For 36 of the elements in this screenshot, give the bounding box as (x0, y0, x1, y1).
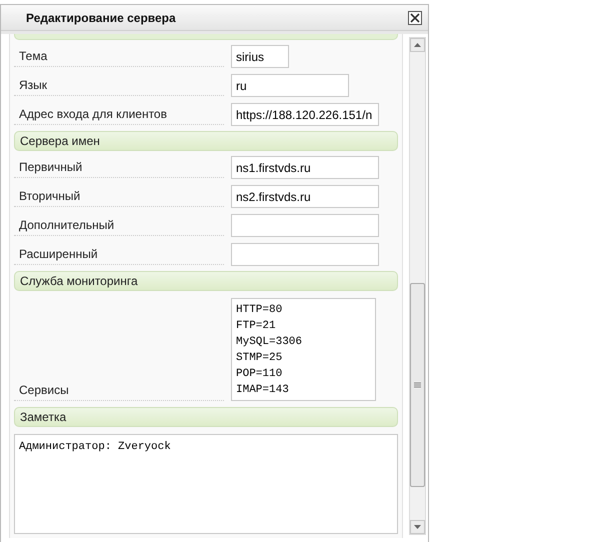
field-label: Тема (18, 48, 48, 65)
section-header: Сервера имен (14, 131, 398, 151)
scrollbar[interactable] (409, 37, 426, 535)
section-header: Заметка (14, 407, 398, 427)
field-label: Вторичный (18, 188, 80, 205)
service-line: IMAP=143 (236, 383, 289, 398)
service-line: FTP=21 (236, 319, 276, 334)
section-header: Служба мониторинга (14, 271, 398, 291)
text-field[interactable]: ns2.firstvds.ru (231, 185, 379, 208)
text-field[interactable] (231, 214, 379, 237)
close-icon (410, 12, 420, 22)
field-label: Дополнительный (18, 217, 114, 234)
text-field[interactable] (231, 243, 379, 266)
field-label: Расширенный (18, 246, 98, 263)
service-line: HTTP=80 (236, 303, 282, 318)
service-line: MySQL=3306 (236, 335, 302, 350)
scroll-down-button[interactable] (410, 520, 425, 534)
services-textarea[interactable]: HTTP=80 FTP=21 MySQL=3306 STMP=25 POP=110 IMAP=143 (231, 298, 376, 401)
close-button[interactable] (408, 10, 422, 24)
down-arrow-icon (414, 525, 421, 529)
service-line: STMP=25 (236, 351, 282, 366)
field-label: Адрес входа для клиентов (18, 106, 167, 123)
field-label: Сервисы (18, 382, 69, 399)
dialog-title: Редактирование сервера (26, 10, 176, 26)
scroll-thumb[interactable] (410, 283, 425, 487)
scroll-up-button[interactable] (410, 38, 425, 52)
note-textarea[interactable]: Администратор: Zveryock (14, 434, 398, 534)
field-label: Язык (18, 77, 48, 94)
text-field[interactable]: ns1.firstvds.ru (231, 156, 379, 179)
up-arrow-icon (414, 43, 421, 47)
field-label: Первичный (18, 159, 82, 176)
text-field[interactable]: ru (231, 74, 349, 97)
text-field[interactable]: sirius (231, 45, 289, 68)
text-field[interactable]: https://188.120.226.151/n (231, 103, 379, 126)
grip-icon (414, 382, 421, 388)
service-line: POP=110 (236, 367, 282, 382)
